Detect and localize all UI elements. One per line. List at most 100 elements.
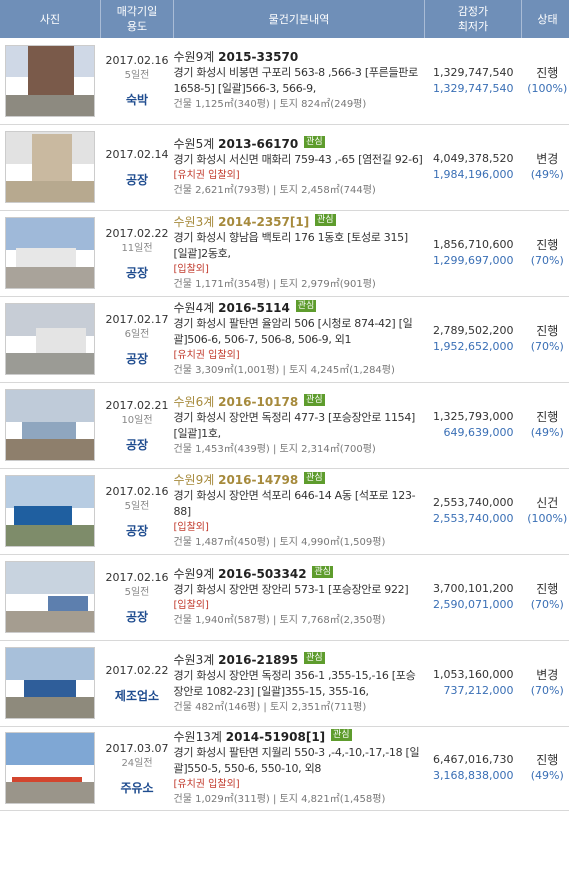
price-percent: (70%)	[530, 598, 564, 611]
days-left: 6일전	[124, 328, 150, 340]
table-row[interactable]: 2017.03.07 24일전 주유소 수원13계 2014-51908[1] …	[0, 726, 569, 810]
interest-badge[interactable]: 관심	[295, 300, 317, 312]
interest-badge[interactable]: 관심	[304, 136, 325, 148]
price-cell: 1,325,793,000 649,639,000	[425, 382, 522, 468]
appraisal-price: 1,856,710,600	[433, 238, 514, 251]
info-cell: 수원3계 2014-2357[1] 관심 경기 화성시 향남읍 백토리 176 …	[174, 210, 425, 296]
status-label: 진행	[536, 324, 559, 338]
header-date: 매각기일	[116, 5, 158, 18]
interest-badge[interactable]: 관심	[331, 729, 352, 741]
date-cell: 2017.02.17 6일전 공장	[101, 296, 174, 382]
table-row[interactable]: 2017.02.22 제조업소 수원3계 2016-21895 관심 경기 화성…	[0, 640, 569, 726]
interest-badge[interactable]: 관심	[312, 566, 333, 578]
case-line[interactable]: 수원9계 2016-14798 관심	[174, 472, 425, 488]
photo-sky	[6, 648, 95, 680]
status-label: 변경	[536, 152, 559, 166]
table-row[interactable]: 2017.02.21 10일전 공장 수원6계 2016-10178 관심 경기…	[0, 382, 569, 468]
price-cell: 6,467,016,730 3,168,838,000	[425, 726, 522, 810]
case-number-link[interactable]: 2016-10178	[218, 395, 298, 409]
property-photo[interactable]	[5, 647, 96, 719]
interest-badge[interactable]: 관심	[315, 214, 336, 226]
days-left: 5일전	[124, 70, 150, 82]
court-name: 수원6계	[173, 394, 215, 409]
interest-badge[interactable]: 관심	[304, 472, 325, 484]
info-cell: 수원9계 2016-503342 관심 경기 화성시 장안면 장안리 573-1…	[174, 554, 425, 640]
table-row[interactable]: 2017.02.17 6일전 공장 수원4계 2016-5114 관심 경기 화…	[0, 296, 569, 382]
case-number-link[interactable]: 2014-2357[1]	[218, 215, 309, 229]
area-info: 건물 1,171㎡(354평) | 토지 2,979㎡(901평)	[173, 279, 376, 290]
property-photo[interactable]	[5, 389, 96, 461]
property-photo[interactable]	[5, 475, 96, 547]
case-number-link[interactable]: 2013-66170	[218, 137, 298, 151]
court-name: 수원4계	[173, 301, 215, 315]
price-percent: (100%)	[527, 512, 568, 525]
price-percent: (70%)	[530, 684, 564, 697]
status-cell: 진행 (49%)	[522, 382, 569, 468]
property-use: 공장	[125, 609, 149, 624]
case-line[interactable]: 수원13계 2014-51908[1] 관심	[174, 729, 425, 745]
status-label: 진행	[536, 582, 559, 596]
case-line[interactable]: 수원6계 2016-10178 관심	[173, 393, 425, 410]
photo-cell	[0, 296, 101, 382]
case-line[interactable]: 수원3계 2016-21895 관심	[174, 651, 425, 668]
status-label: 진행	[536, 753, 559, 767]
sale-date: 2017.02.16	[105, 484, 169, 498]
warning-note: [유치권 입찰외]	[173, 350, 240, 361]
photo-cell	[0, 210, 101, 296]
table-row[interactable]: 2017.02.16 5일전 공장 수원9계 2016-503342 관심 경기…	[0, 554, 569, 640]
case-number-link[interactable]: 2015-33570	[218, 50, 298, 64]
status-label: 진행	[536, 410, 559, 424]
photo-cell	[0, 554, 101, 640]
case-line[interactable]: 수원5계 2013-66170 관심	[174, 136, 425, 152]
case-line[interactable]: 수원4계 2016-5114 관심	[174, 300, 425, 316]
case-number-link[interactable]: 2016-5114	[218, 301, 290, 315]
property-photo[interactable]	[5, 44, 96, 117]
table-row[interactable]: 2017.02.14 공장 수원5계 2013-66170 관심 경기 화성시 …	[0, 124, 569, 210]
property-use: 공장	[125, 437, 149, 452]
warning-note: [입찰외]	[173, 264, 209, 275]
case-number-link[interactable]: 2016-14798	[218, 473, 298, 487]
table-row[interactable]: 2017.02.22 11일전 공장 수원3계 2014-2357[1] 관심 …	[0, 210, 569, 296]
property-photo[interactable]	[5, 561, 96, 633]
property-address: 경기 화성시 장안면 석포리 646-14 A동 [석포로 123-88]	[173, 489, 416, 518]
property-address: 경기 화성시 장안면 독정리 477-3 [포승장안로 1154] [일괄]1호…	[173, 410, 416, 440]
property-photo[interactable]	[5, 131, 96, 203]
status-cell: 진행 (100%)	[522, 38, 569, 124]
days-left: 11일전	[121, 242, 153, 254]
minimum-price: 1,952,652,000	[433, 340, 514, 353]
case-number-link[interactable]: 2016-21895	[218, 653, 298, 667]
case-line[interactable]: 수원3계 2014-2357[1] 관심	[174, 214, 425, 230]
sale-date: 2017.02.16	[105, 54, 169, 68]
court-name: 수원5계	[173, 137, 215, 151]
property-use: 공장	[125, 265, 149, 280]
area-info: 건물 482㎡(146평) | 토지 2,351㎡(711평)	[173, 701, 367, 713]
date-cell: 2017.02.22 11일전 공장	[101, 210, 174, 296]
photo-sky	[6, 562, 95, 594]
price-percent: (49%)	[530, 769, 564, 782]
status-cell: 변경 (70%)	[522, 640, 569, 726]
photo-cell	[0, 640, 101, 726]
case-number-link[interactable]: 2016-503342	[218, 567, 306, 581]
interest-badge[interactable]: 관심	[304, 393, 325, 406]
property-photo[interactable]	[5, 303, 96, 375]
price-percent: (49%)	[530, 168, 564, 181]
photo-ground	[6, 267, 95, 288]
header-photo: 사진	[0, 0, 101, 38]
minimum-price: 1,299,697,000	[433, 254, 514, 267]
status-cell: 진행 (70%)	[522, 554, 569, 640]
table-row[interactable]: 2017.02.16 5일전 숙박 수원9계 2015-33570 경기 화성시…	[0, 38, 569, 124]
photo-cell	[0, 382, 101, 468]
date-cell: 2017.02.22 제조업소	[101, 640, 174, 726]
price-cell: 2,553,740,000 2,553,740,000	[425, 468, 522, 554]
date-cell: 2017.02.16 5일전 숙박	[101, 38, 174, 124]
sale-date: 2017.02.22	[105, 226, 169, 240]
property-photo[interactable]	[5, 217, 96, 289]
property-photo[interactable]	[5, 732, 96, 804]
case-number-link[interactable]: 2014-51908[1]	[226, 730, 325, 744]
sale-date: 2017.02.14	[105, 147, 169, 161]
table-row[interactable]: 2017.02.16 5일전 공장 수원9계 2016-14798 관심 경기 …	[0, 468, 569, 554]
case-line[interactable]: 수원9계 2016-503342 관심	[174, 566, 425, 582]
info-cell: 수원9계 2016-14798 관심 경기 화성시 장안면 석포리 646-14…	[174, 468, 425, 554]
interest-badge[interactable]: 관심	[304, 651, 325, 664]
case-line[interactable]: 수원9계 2015-33570	[174, 49, 425, 65]
